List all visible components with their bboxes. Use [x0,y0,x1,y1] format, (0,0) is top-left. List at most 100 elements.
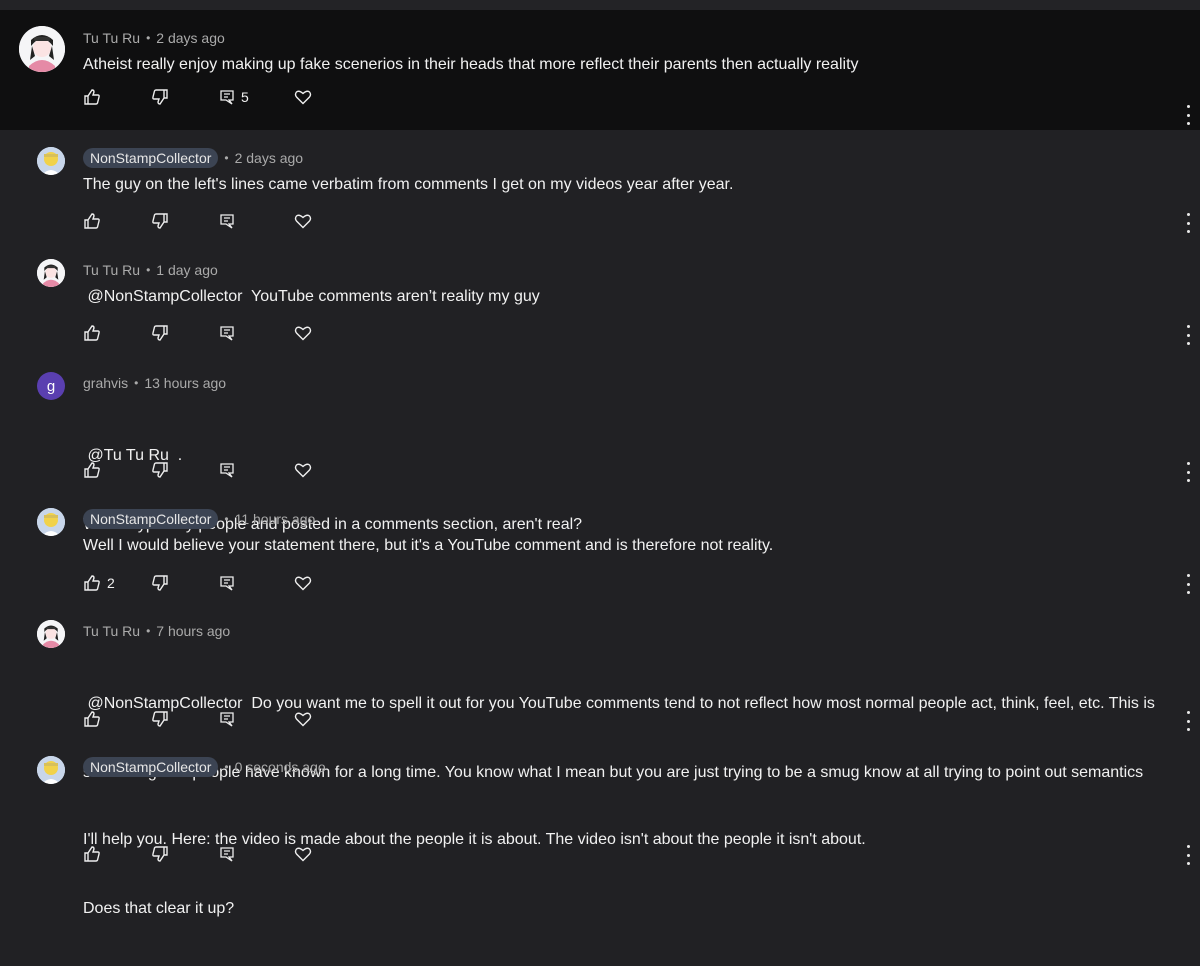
avatar-tutu-ru[interactable] [19,26,65,72]
comment-time[interactable]: 1 day ago [156,262,218,278]
avatar-nonstampcollector[interactable] [37,756,65,784]
avatar-grahvis[interactable]: g [37,372,65,400]
reply-icon [220,576,234,591]
thumb-up-icon [84,575,100,591]
comment-header: Tu Tu Ru • 7 hours ago [83,620,1200,642]
comment-time[interactable]: 2 days ago [235,150,304,166]
dislike-button[interactable] [151,461,219,479]
reply-comment: Tu Tu Ru • 7 hours ago @NonStampCollecto… [0,620,1200,781]
heart-icon [294,463,312,478]
heart-icon [294,214,312,229]
more-vert-icon[interactable] [1184,711,1192,731]
like-button[interactable] [83,324,151,342]
like-button[interactable] [83,212,151,230]
thumb-up-icon [84,89,100,105]
avatar-tutu-ru[interactable] [37,259,65,287]
comment-text: I'll help you. Here: the video is made a… [83,782,1200,966]
creator-author-badge[interactable]: NonStampCollector [83,509,219,529]
author-name[interactable]: Tu Tu Ru [83,262,140,278]
more-vert-icon[interactable] [1184,574,1192,594]
comment-time[interactable]: 0 seconds ago [235,759,326,775]
avatar-nonstampcollector[interactable] [37,508,65,536]
reply-icon [220,90,234,105]
reply-icon [220,463,234,478]
avatar-tutu-ru[interactable] [37,620,65,648]
comment-actions [83,458,362,482]
comment-actions [83,707,362,731]
separator-dot: • [224,512,229,526]
like-button[interactable] [83,845,151,863]
comment-actions [83,209,362,233]
comment-time[interactable]: 13 hours ago [144,375,226,391]
dislike-button[interactable] [151,710,219,728]
heart-icon [294,712,312,727]
replies-button[interactable]: 5 [219,89,294,105]
reply-icon [220,326,234,341]
comment-text: Atheist really enjoy making up fake scen… [83,56,859,73]
dislike-button[interactable] [151,574,219,592]
like-button[interactable] [83,461,151,479]
dislike-button[interactable] [151,212,219,230]
more-vert-icon[interactable] [1184,213,1192,233]
reply-button[interactable] [219,462,294,478]
comment-actions: 5 [83,85,362,109]
comment-time[interactable]: 2 days ago [156,30,225,46]
like-button[interactable]: 2 [83,574,151,592]
dislike-button[interactable] [151,845,219,863]
comment-time[interactable]: 11 hours ago [235,511,316,527]
reply-button[interactable] [219,575,294,591]
reply-button[interactable] [219,711,294,727]
like-button[interactable] [83,710,151,728]
heart-button[interactable] [294,324,362,342]
reply-icon [220,712,234,727]
comment-header: NonStampCollector • 0 seconds ago [83,756,1200,778]
thumb-down-icon [152,89,168,105]
thumb-up-icon [84,846,100,862]
reply-button[interactable] [219,213,294,229]
reply-comment: NonStampCollector • 11 hours ago Well I … [0,508,1200,620]
comment-time[interactable]: 7 hours ago [156,623,230,639]
avatar-nonstampcollector[interactable] [37,147,65,175]
separator-dot: • [146,31,151,45]
creator-author-badge[interactable]: NonStampCollector [83,757,219,777]
more-vert-icon[interactable] [1184,845,1192,865]
heart-button[interactable] [294,710,362,728]
thumb-up-icon [84,213,100,229]
author-name[interactable]: Tu Tu Ru [83,30,140,46]
comment-top-level: Tu Tu Ru • 2 days ago Atheist really enj… [0,10,1200,130]
dislike-button[interactable] [151,324,219,342]
reply-comment: g grahvis • 13 hours ago @Tu Tu Ru . Wor… [0,372,1200,533]
thumb-up-icon [84,462,100,478]
comment-header: Tu Tu Ru • 2 days ago [83,27,1200,49]
heart-icon [294,326,312,341]
heart-button[interactable] [294,212,362,230]
reply-comment: NonStampCollector • 2 days ago The guy o… [0,147,1200,260]
reply-button[interactable] [219,846,294,862]
dislike-button[interactable] [151,88,219,106]
thumb-down-icon [152,711,168,727]
reply-comment: NonStampCollector • 0 seconds ago I'll h… [0,756,1200,917]
comment-text-line: Does that clear it up? [83,900,235,917]
author-name[interactable]: Tu Tu Ru [83,623,140,639]
author-name[interactable]: grahvis [83,375,128,391]
top-bar [0,0,1200,10]
heart-icon [294,847,312,862]
comment-header: Tu Tu Ru • 1 day ago [83,259,1200,281]
heart-button[interactable] [294,461,362,479]
heart-icon [294,90,312,105]
more-vert-icon[interactable] [1184,105,1192,125]
like-button[interactable] [83,88,151,106]
more-vert-icon[interactable] [1184,325,1192,345]
more-vert-icon[interactable] [1184,462,1192,482]
creator-author-badge[interactable]: NonStampCollector [83,148,219,168]
separator-dot: • [134,376,139,390]
comment-actions: 2 [83,571,362,595]
heart-button[interactable] [294,845,362,863]
comment-text: Well I would believe your statement ther… [83,537,774,554]
reply-button[interactable] [219,325,294,341]
comment-actions [83,321,362,345]
comment-text: @NonStampCollector YouTube comments aren… [83,288,540,305]
comment-header: NonStampCollector • 11 hours ago [83,508,1200,530]
heart-button[interactable] [294,88,362,106]
heart-button[interactable] [294,574,362,592]
